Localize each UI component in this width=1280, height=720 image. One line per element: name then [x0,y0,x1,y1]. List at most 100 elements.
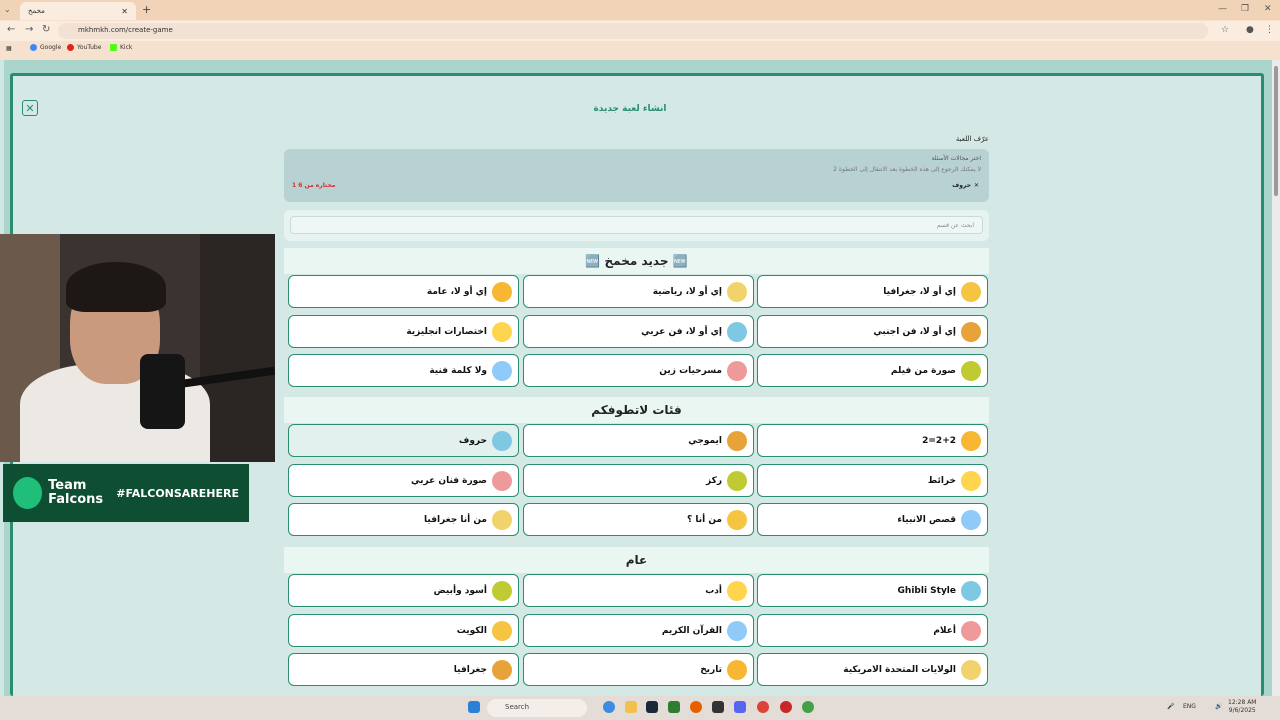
bookmark-google[interactable]: Google [30,44,61,51]
bookmark-youtube[interactable]: YouTube [67,44,101,51]
menu-icon[interactable]: ⋮ [1265,25,1274,35]
page-title: انشاء لعبة جديدة [593,104,667,114]
category-card[interactable]: صورة فنان عربي [288,464,519,497]
apps-icon[interactable]: ▦ [6,45,12,52]
firefox-icon[interactable] [690,701,702,713]
category-card[interactable]: إي أو لا، جغرافيا [757,275,988,308]
category-card[interactable]: إي أو لا، عامة [288,275,519,308]
category-label: ايموجي [688,435,722,446]
search-input[interactable]: ابحث عن قسم [290,216,983,234]
team-banner: Team Falcons #FALCONSAREHERE [3,464,249,522]
category-card[interactable]: ولا كلمة فنية [288,354,519,387]
category-label: من أنا جغرافيا [424,514,487,525]
category-card[interactable]: من أنا ؟ [523,503,754,536]
category-card[interactable]: 2=2+2 [757,424,988,457]
chrome-profile-icon[interactable] [802,701,814,713]
remove-chip-icon[interactable]: ✕ [974,182,979,189]
category-label: تاريخ [700,664,722,675]
category-icon [492,281,512,302]
category-card[interactable]: ايموجي [523,424,754,457]
category-card[interactable]: اختصارات انجليزية [288,315,519,348]
close-tab-icon[interactable]: ✕ [121,7,128,16]
category-icon [727,620,747,641]
forward-icon[interactable]: → [25,24,33,35]
reload-icon[interactable]: ↻ [42,24,50,35]
category-card[interactable]: أسود وأبيض [288,574,519,607]
close-icon[interactable]: ✕ [22,100,38,116]
category-card[interactable]: ركز [523,464,754,497]
category-label: جغرافيا [453,664,487,675]
category-icon [727,430,747,451]
back-icon[interactable]: ← [7,24,15,35]
close-window-icon[interactable]: ✕ [1264,4,1272,14]
category-card[interactable]: خرائط [757,464,988,497]
category-card[interactable]: Ghibli Style [757,574,988,607]
start-icon[interactable] [468,701,480,713]
select-heading: اختر مجالات الأسئلة [931,155,981,162]
category-label: صورة من فيلم [890,365,956,376]
category-label: صورة فنان عربي [411,475,487,486]
profile-icon[interactable]: ● [1246,25,1254,35]
category-label: خرائط [927,475,956,486]
category-card[interactable]: حروف [288,424,519,457]
category-icon [492,430,512,451]
category-label: الكويت [456,625,487,636]
webcam-overlay [0,234,275,462]
taskbar: Search 🎤 ENG 🔊 12:28 AM 9/6/2025 [0,696,1280,720]
clock-time: 12:28 AM [1228,699,1257,706]
minimize-icon[interactable]: — [1218,4,1227,14]
scrollbar[interactable] [1272,60,1280,696]
category-card[interactable]: القرآن الكريم [523,614,754,647]
category-card[interactable]: مسرحيات زين [523,354,754,387]
browser-tab[interactable]: مخمخ ✕ [20,2,136,20]
category-label: 2=2+2 [922,435,956,446]
new-tab-button[interactable]: + [142,3,151,16]
microphone [140,354,185,429]
category-card[interactable]: الولايات المتحدة الامريكية [757,653,988,686]
category-card[interactable]: أدب [523,574,754,607]
steam-icon[interactable] [646,701,658,713]
app-icon[interactable] [780,701,792,713]
url-field[interactable]: mkhmkh.com/create-game [58,23,1208,39]
google-icon [30,44,37,51]
taskbar-search[interactable]: Search [487,699,587,717]
category-icon [727,281,747,302]
maximize-icon[interactable]: ❐ [1241,4,1249,14]
category-label: من أنا ؟ [686,514,722,525]
category-icon [961,620,981,641]
category-icon [492,620,512,641]
category-card[interactable]: من أنا جغرافيا [288,503,519,536]
category-card[interactable]: إي أو لا، فن اجنبي [757,315,988,348]
chrome-icon[interactable] [757,701,769,713]
category-icon [492,580,512,601]
bookmark-star-icon[interactable]: ☆ [1221,25,1229,35]
category-label: Ghibli Style [897,585,956,596]
category-card[interactable]: إي أو لا، فن عربي [523,315,754,348]
copilot-icon[interactable] [603,701,615,713]
category-card[interactable]: قصص الانبياء [757,503,988,536]
clock-date: 9/6/2025 [1228,707,1256,714]
clock[interactable]: 12:28 AM 9/6/2025 [1228,699,1256,715]
category-icon [727,321,747,342]
microphone-icon[interactable]: 🎤 [1167,703,1174,710]
category-icon [492,659,512,680]
category-card[interactable]: الكويت [288,614,519,647]
category-card[interactable]: إي أو لا، رياضية [523,275,754,308]
category-icon [727,580,747,601]
category-card[interactable]: تاريخ [523,653,754,686]
category-card[interactable]: أعلام [757,614,988,647]
excel-icon[interactable] [668,701,680,713]
category-label: حروف [458,435,487,446]
volume-icon[interactable]: 🔊 [1215,703,1222,710]
scrollbar-thumb[interactable] [1274,66,1278,196]
discord-icon[interactable] [734,701,746,713]
category-card[interactable]: صورة من فيلم [757,354,988,387]
category-card[interactable]: جغرافيا [288,653,519,686]
category-icon [961,321,981,342]
file-explorer-icon[interactable] [625,701,637,713]
bookmark-kick[interactable]: Kick [110,44,132,51]
tab-search-icon[interactable]: ⌄ [4,5,11,14]
obs-icon[interactable] [712,701,724,713]
language-indicator[interactable]: ENG [1183,703,1196,710]
category-label: اختصارات انجليزية [406,326,487,337]
